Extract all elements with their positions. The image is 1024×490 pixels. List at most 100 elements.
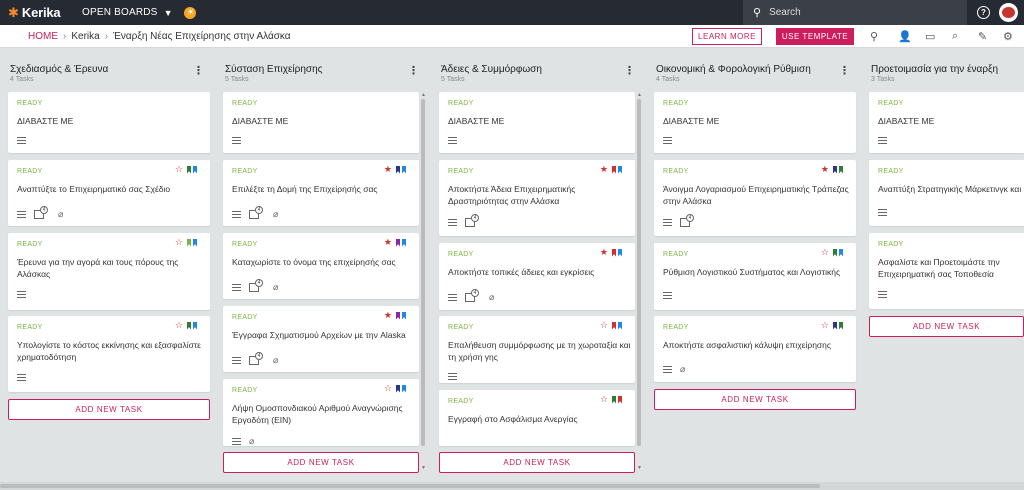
task-card[interactable]: ☆ READY Αναπτύξτε το Επιχειρηματικό σας … xyxy=(8,160,210,226)
more-vertical-icon[interactable]: ⋮ xyxy=(839,64,850,77)
card-status: READY xyxy=(878,168,904,175)
bookmark-icon xyxy=(193,165,197,174)
column-formation: Σύσταση Επιχείρησης 5 Tasks ⋮ xyxy=(223,56,425,86)
card-title: Επαλήθευση συμμόρφωσης με τη χωροταξία κ… xyxy=(448,340,631,362)
card-flags: ☆ xyxy=(175,321,197,330)
bookmark-icon xyxy=(187,321,191,330)
add-person-icon[interactable]: 👤 xyxy=(898,30,912,43)
open-boards-menu[interactable]: OPEN BOARDS xyxy=(82,7,158,18)
column-launch: Προετοιμασία για την έναρξη 3 Tasks xyxy=(869,56,1024,86)
scrollbar-thumb[interactable] xyxy=(0,484,820,488)
scroll-up-icon[interactable]: ▲ xyxy=(421,92,426,98)
avatar[interactable] xyxy=(999,3,1018,22)
board-horizontal-scrollbar[interactable] xyxy=(0,482,1024,490)
breadcrumb-home[interactable]: HOME xyxy=(28,31,58,42)
paperclip-icon: ⌀ xyxy=(273,355,279,365)
card-status: READY xyxy=(448,168,474,175)
breadcrumb-org[interactable]: Kerika xyxy=(71,31,99,42)
column-task-count: 5 Tasks xyxy=(441,76,465,83)
learn-more-button[interactable]: LEARN MORE xyxy=(692,28,762,45)
task-card[interactable]: READY ΔΙΑΒΑΣΤΕ ΜΕ xyxy=(8,92,210,153)
bookmark-icon xyxy=(612,321,616,330)
card-flags: ★ xyxy=(384,165,406,174)
description-icon xyxy=(878,291,887,298)
column-scrollbar[interactable] xyxy=(421,99,425,446)
more-vertical-icon[interactable]: ⋮ xyxy=(624,64,635,77)
task-card[interactable]: ★ READY Αποκτήστε τοπικές άδειες και εγκ… xyxy=(439,243,635,310)
description-icon xyxy=(663,366,672,373)
task-card[interactable]: READY Ασφαλίστε και Προετοιμάστε την Επι… xyxy=(869,233,1024,309)
bookmark-icon xyxy=(396,384,400,393)
tag-icon[interactable]: ✎ xyxy=(978,30,987,43)
task-card[interactable]: ☆ READY Λήψη Ομοσπονδιακού Αριθμού Αναγν… xyxy=(223,379,419,446)
add-new-task-button[interactable]: ADD NEW TASK xyxy=(654,389,856,410)
column-header[interactable]: Σχεδιασμός & Έρευνα 4 Tasks ⋮ xyxy=(8,56,210,86)
description-icon xyxy=(878,209,887,216)
kerika-logo[interactable]: ✱ Kerika xyxy=(8,5,70,21)
task-card[interactable]: ★ READY Έγγραφα Σχηματισμού Αρχείων με τ… xyxy=(223,306,419,372)
task-card[interactable]: READY ΔΙΑΒΑΣΤΕ ΜΕ xyxy=(869,92,1024,153)
bookmark-icon xyxy=(402,238,406,247)
paperclip-icon: ⌀ xyxy=(273,209,279,219)
column-header[interactable]: Προετοιμασία για την έναρξη 3 Tasks xyxy=(869,56,1024,86)
task-card[interactable]: READY ΔΙΑΒΑΣΤΕ ΜΕ xyxy=(654,92,856,153)
task-card[interactable]: ★ READY Άνοιγμα Λογαριασμού Επιχειρηματι… xyxy=(654,160,856,236)
use-template-button[interactable]: USE TEMPLATE xyxy=(776,28,854,45)
column-title: Άδειες & Συμμόρφωση xyxy=(441,64,542,75)
bookmark-icon xyxy=(612,395,616,404)
search-icon[interactable]: ⚲ xyxy=(870,30,878,43)
bookmark-icon xyxy=(612,248,616,257)
checklist-icon: 4 xyxy=(465,289,479,302)
card-flags: ☆ xyxy=(600,321,622,330)
task-card[interactable]: ★ READY Καταχωρίστε το όνομα της επιχείρ… xyxy=(223,233,419,299)
card-title: ΔΙΑΒΑΣΤΕ ΜΕ xyxy=(878,116,935,126)
add-new-task-button[interactable]: ADD NEW TASK xyxy=(869,316,1024,337)
task-card[interactable]: ★ READY Επιλέξτε τη Δομή της Επιχείρησής… xyxy=(223,160,419,226)
star-icon: ★ xyxy=(820,164,829,174)
column-header[interactable]: Άδειες & Συμμόρφωση 5 Tasks ⋮ xyxy=(439,56,641,86)
add-new-task-button[interactable]: ADD NEW TASK xyxy=(439,452,635,473)
chevron-down-icon[interactable]: ▼ xyxy=(164,8,173,18)
attachment-icon[interactable]: ⌕ xyxy=(952,30,958,43)
task-card[interactable]: ☆ READY Επαλήθευση συμμόρφωσης με τη χωρ… xyxy=(439,316,635,383)
board-toolbar: HOME › Kerika › Έναρξη Νέας Επιχείρησης … xyxy=(0,25,1024,48)
column-header[interactable]: Σύσταση Επιχείρησης 5 Tasks ⋮ xyxy=(223,56,425,86)
card-title: Επιλέξτε τη Δομή της Επιχείρησής σας xyxy=(232,184,378,194)
search-box[interactable]: ⚲ xyxy=(743,0,967,25)
task-card[interactable]: ☆ READY Ρύθμιση Λογιστικού Συστήματος κα… xyxy=(654,243,856,310)
description-icon xyxy=(17,291,26,298)
column-scrollbar[interactable] xyxy=(637,99,641,446)
card-flags: ★ xyxy=(600,248,622,257)
bookmark-icon xyxy=(187,165,191,174)
more-vertical-icon[interactable]: ⋮ xyxy=(408,64,419,77)
add-new-task-button[interactable]: ADD NEW TASK xyxy=(8,399,210,420)
bookmark-icon xyxy=(618,165,622,174)
task-card[interactable]: READY Αναπτύξη Στρατηγικής Μάρκετινγκ κα… xyxy=(869,160,1024,226)
bookmark-icon xyxy=(833,248,837,257)
scroll-up-icon[interactable]: ▲ xyxy=(637,92,642,98)
card-status: READY xyxy=(17,168,43,175)
scroll-down-icon[interactable]: ▼ xyxy=(637,465,642,471)
chat-icon[interactable]: ▭ xyxy=(925,30,935,43)
add-new-task-button[interactable]: ADD NEW TASK xyxy=(223,452,419,473)
description-icon xyxy=(448,294,457,301)
column-permits: Άδειες & Συμμόρφωση 5 Tasks ⋮ xyxy=(439,56,641,86)
checklist-icon: 4 xyxy=(249,352,263,365)
bookmark-icon xyxy=(833,165,837,174)
scroll-down-icon[interactable]: ▼ xyxy=(421,465,426,471)
task-card[interactable]: ☆ READY Υπολογίστε το κόστος εκκίνησης κ… xyxy=(8,316,210,392)
sun-icon[interactable]: ☀ xyxy=(184,6,197,19)
description-icon xyxy=(17,211,26,218)
search-input[interactable] xyxy=(769,7,950,18)
help-icon[interactable]: ? xyxy=(977,6,990,19)
task-card[interactable]: READY ΔΙΑΒΑΣΤΕ ΜΕ xyxy=(439,92,635,153)
gear-icon[interactable]: ⚙ xyxy=(1003,30,1013,43)
task-card[interactable]: ☆ READY Εγγραφή στο Ασφάλισμα Ανεργίας xyxy=(439,390,635,446)
bookmark-icon xyxy=(396,238,400,247)
column-header[interactable]: Οικονομική & Φορολογική Ρύθμιση 4 Tasks … xyxy=(654,56,856,86)
task-card[interactable]: ☆ READY Έρευνα για την αγορά και τους πό… xyxy=(8,233,210,310)
task-card[interactable]: ★ READY Αποκτήστε Άδεια Επιχειρηματικής … xyxy=(439,160,635,236)
task-card[interactable]: READY ΔΙΑΒΑΣΤΕ ΜΕ xyxy=(223,92,419,153)
more-vertical-icon[interactable]: ⋮ xyxy=(193,64,204,77)
task-card[interactable]: ☆ READY Αποκτήστε ασφαλιστική κάλυψη επι… xyxy=(654,316,856,382)
